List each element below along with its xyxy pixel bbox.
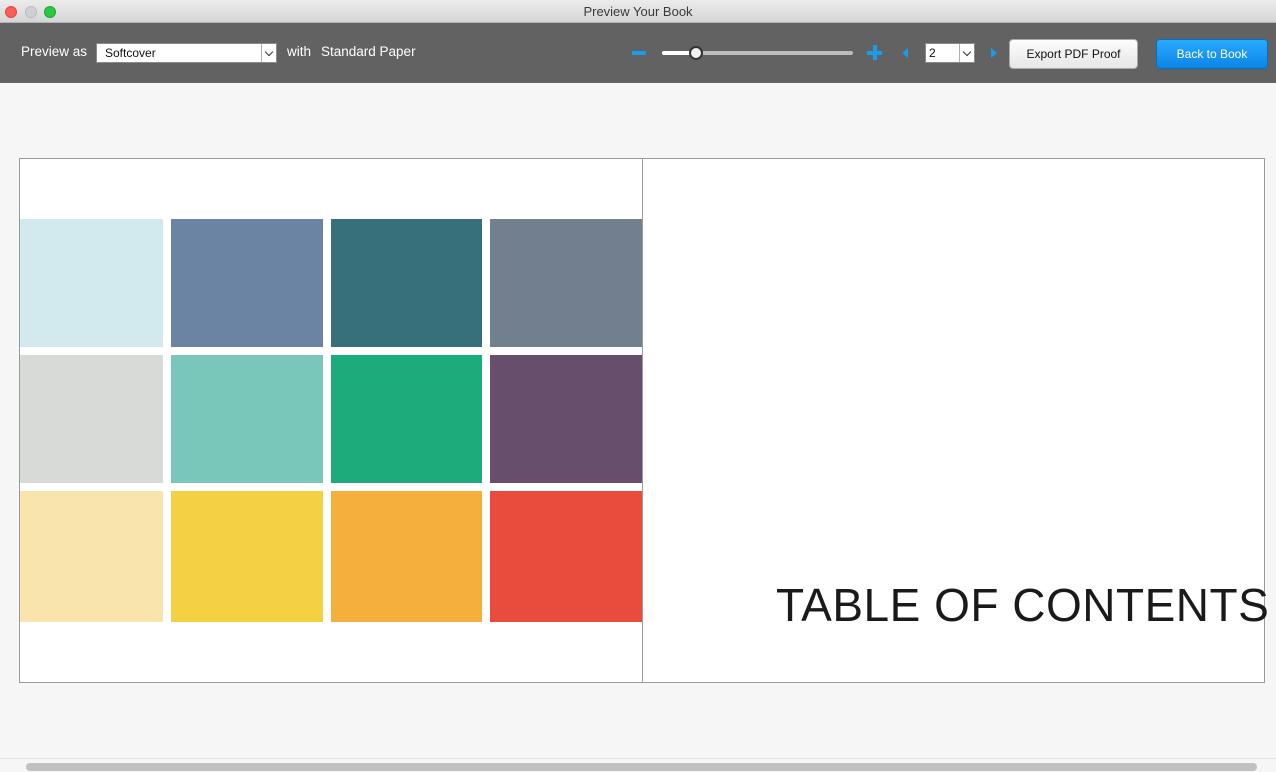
cover-type-select[interactable]: Softcover	[96, 43, 277, 63]
preview-as-label: Preview as	[21, 44, 88, 59]
color-swatch	[20, 491, 163, 622]
next-page-icon[interactable]	[991, 48, 997, 58]
zoom-out-icon[interactable]	[632, 51, 646, 55]
page-number-value: 2	[929, 46, 936, 60]
cover-type-value: Softcover	[105, 46, 156, 60]
color-swatch	[331, 355, 482, 483]
window-title: Preview Your Book	[583, 4, 693, 19]
zoom-slider[interactable]	[662, 46, 853, 60]
color-swatch	[331, 491, 482, 622]
color-swatch	[171, 491, 323, 622]
color-swatch	[490, 491, 642, 622]
color-swatch	[171, 355, 323, 483]
color-swatch	[171, 219, 323, 347]
scrollbar-thumb[interactable]	[26, 763, 1257, 771]
zoom-in-icon[interactable]	[867, 45, 882, 60]
color-swatch	[490, 219, 642, 347]
with-label: with	[287, 44, 312, 59]
color-swatch	[331, 219, 482, 347]
title-bar: Preview Your Book	[0, 0, 1276, 23]
horizontal-scrollbar[interactable]	[0, 758, 1276, 772]
toc-heading: TABLE OF CONTENTS	[776, 579, 1270, 631]
back-to-book-button[interactable]: Back to Book	[1156, 39, 1268, 69]
zoom-slider-thumb[interactable]	[689, 46, 704, 60]
paper-type-label: Standard Paper	[321, 44, 416, 59]
chevron-down-icon[interactable]	[959, 44, 974, 62]
page-number-select[interactable]: 2	[925, 43, 975, 63]
preview-toolbar: Preview as Softcover with Standard Paper…	[0, 23, 1276, 83]
book-spine	[642, 159, 643, 682]
left-page	[20, 159, 642, 682]
export-pdf-proof-button[interactable]: Export PDF Proof	[1009, 39, 1138, 69]
color-swatch	[20, 219, 163, 347]
book-spread: TABLE OF CONTENTS	[19, 158, 1269, 683]
color-swatch	[20, 355, 163, 483]
previous-page-icon[interactable]	[902, 48, 908, 58]
color-swatch	[490, 355, 642, 483]
chevron-down-icon[interactable]	[261, 44, 276, 62]
